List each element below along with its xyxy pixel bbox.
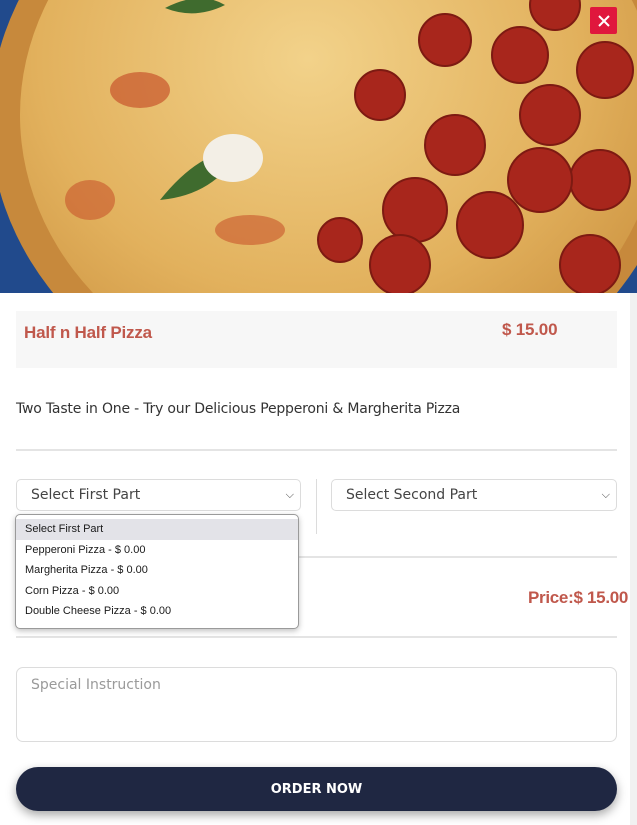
scrollbar[interactable] bbox=[630, 293, 637, 825]
first-part-select[interactable]: Select First Part ⌵ bbox=[16, 479, 301, 511]
item-header: Half n Half Pizza $ 15.00 bbox=[16, 311, 617, 368]
item-price: $ 15.00 bbox=[502, 320, 558, 339]
dropdown-option[interactable]: Double Cheese Pizza - $ 0.00 bbox=[16, 601, 298, 622]
dropdown-option[interactable]: Pepperoni Pizza - $ 0.00 bbox=[16, 540, 298, 561]
close-icon bbox=[597, 14, 610, 27]
chevron-down-icon: ⌵ bbox=[285, 488, 294, 501]
pizza-image bbox=[0, 0, 637, 293]
special-instruction-field[interactable]: Special Instruction bbox=[16, 667, 617, 742]
hero-image bbox=[0, 0, 637, 293]
special-instruction-placeholder: Special Instruction bbox=[31, 677, 161, 693]
first-part-value: Select First Part bbox=[31, 487, 141, 503]
second-part-select[interactable]: Select Second Part ⌵ bbox=[331, 479, 617, 511]
dropdown-option[interactable]: Select First Part bbox=[16, 519, 298, 540]
divider bbox=[16, 449, 617, 451]
order-now-button[interactable]: ORDER NOW bbox=[16, 767, 617, 811]
select-divider bbox=[316, 479, 317, 534]
item-description: Two Taste in One - Try our Delicious Pep… bbox=[16, 401, 461, 417]
item-name: Half n Half Pizza bbox=[24, 323, 152, 342]
first-part-dropdown[interactable]: Select First Part Pepperoni Pizza - $ 0.… bbox=[15, 514, 299, 629]
dropdown-option[interactable]: Corn Pizza - $ 0.00 bbox=[16, 581, 298, 602]
dropdown-option[interactable]: Margherita Pizza - $ 0.00 bbox=[16, 560, 298, 581]
divider bbox=[16, 636, 617, 638]
close-button[interactable] bbox=[590, 7, 617, 34]
total-price: Price:$ 15.00 bbox=[528, 588, 629, 607]
second-part-value: Select Second Part bbox=[346, 487, 478, 503]
chevron-down-icon: ⌵ bbox=[601, 488, 610, 501]
